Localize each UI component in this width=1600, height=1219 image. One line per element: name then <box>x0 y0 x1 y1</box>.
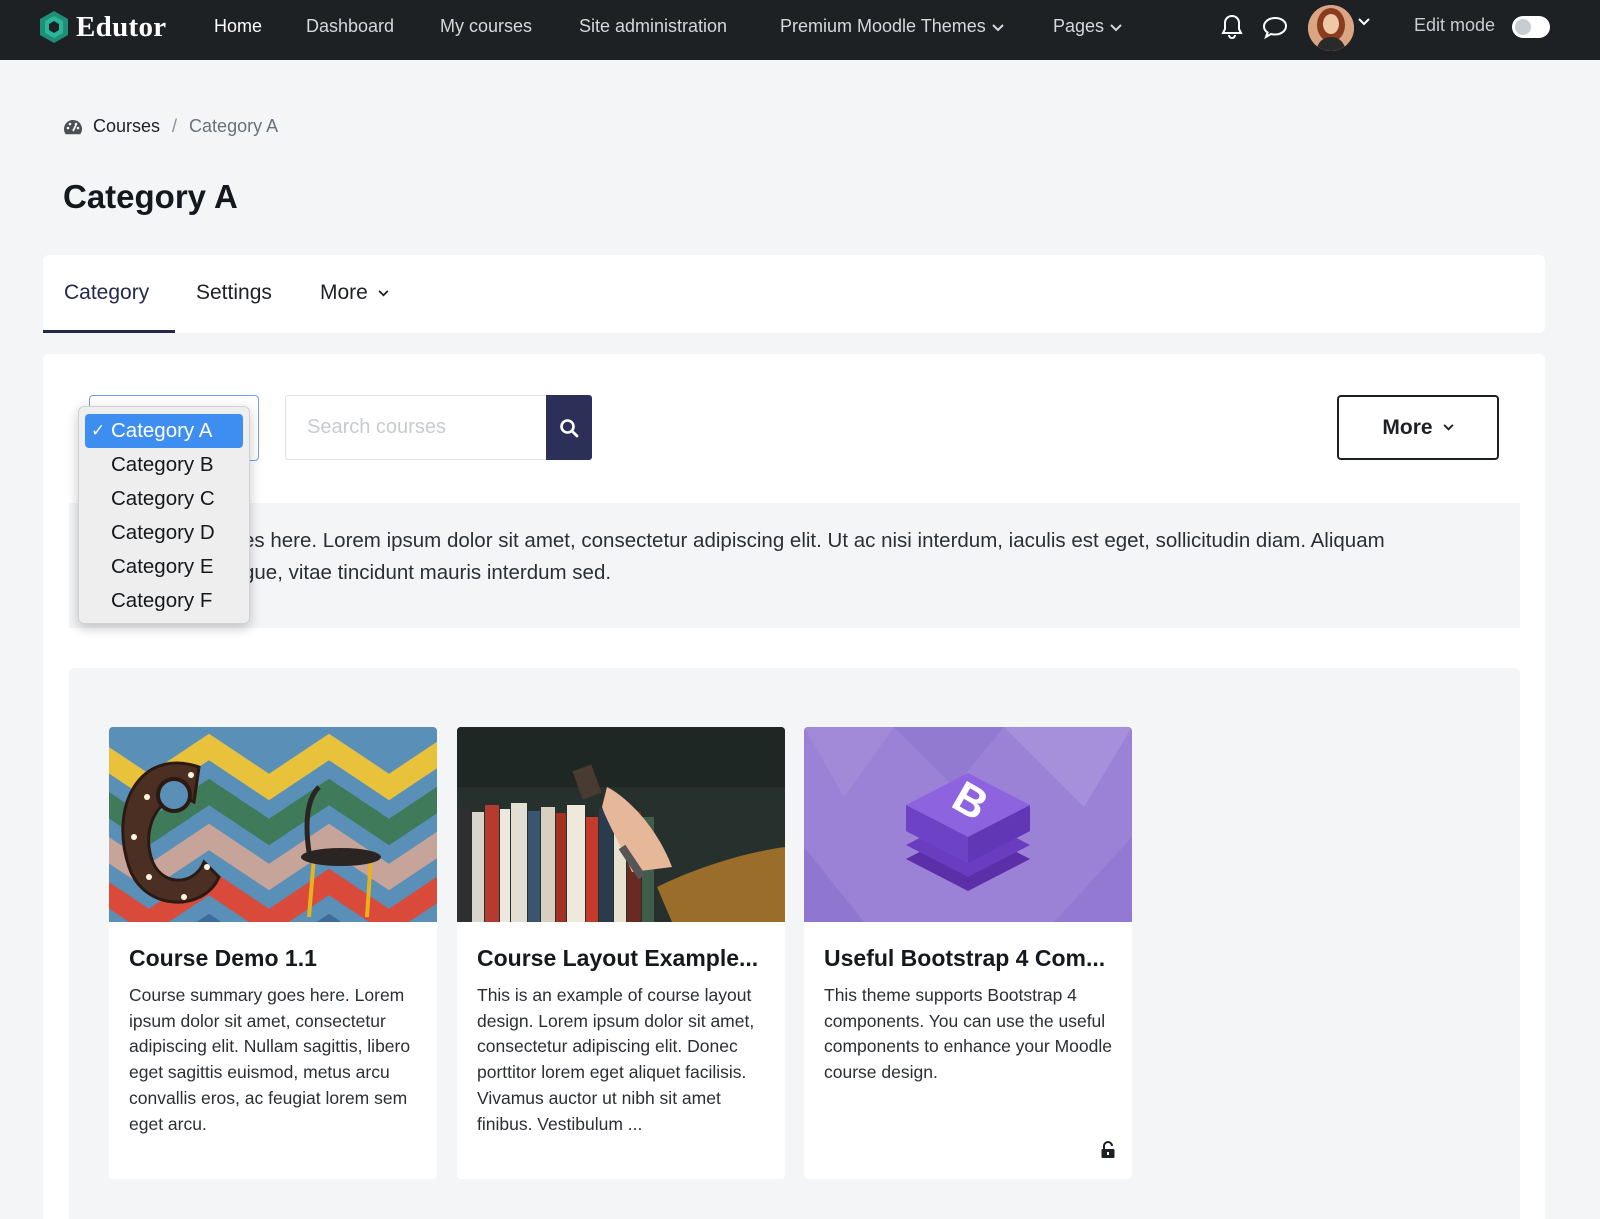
nav-pages-label: Pages <box>1053 16 1105 36</box>
search-courses-input[interactable]: Search courses <box>285 395 546 460</box>
category-option[interactable]: Category F <box>85 584 243 618</box>
nav-premium-label: Premium Moodle Themes <box>780 16 986 36</box>
category-option[interactable]: Category D <box>85 516 243 550</box>
breadcrumb-separator: / <box>172 116 178 136</box>
course-title[interactable]: Useful Bootstrap 4 Com... <box>824 945 1119 972</box>
tab-more[interactable]: More <box>320 281 389 305</box>
nav-dashboard[interactable]: Dashboard <box>306 16 394 37</box>
brand-name: Edutor <box>76 10 167 43</box>
breadcrumb-current: Category A <box>189 116 279 136</box>
category-option[interactable]: ✓ Category A <box>85 414 243 448</box>
unlock-icon <box>1101 1141 1115 1158</box>
category-option-label: Category A <box>111 419 213 442</box>
tab-category[interactable]: Category <box>64 281 149 305</box>
course-summary: This theme supports Bootstrap 4 componen… <box>824 985 1112 1083</box>
course-card[interactable]: B Useful Bootstrap 4 Com... This theme s… <box>804 727 1132 1179</box>
checkmark-icon: ✓ <box>91 421 106 440</box>
course-title[interactable]: Course Demo 1.1 <box>129 945 424 972</box>
nav-home[interactable]: Home <box>214 16 262 37</box>
course-title[interactable]: Course Layout Example... <box>477 945 772 972</box>
nav-premium-moodle-themes[interactable]: Premium Moodle Themes <box>780 16 1004 37</box>
category-select-dropdown: ✓ Category A Category B Category C Categ… <box>78 406 250 624</box>
category-summary: es here. Lorem ipsum dolor sit amet, con… <box>91 525 1491 589</box>
search-button[interactable] <box>546 395 592 460</box>
user-avatar[interactable] <box>1308 5 1354 51</box>
notification-bell-icon[interactable] <box>1221 14 1243 45</box>
course-image[interactable]: B <box>804 727 1132 922</box>
dashboard-gauge-icon <box>64 119 82 134</box>
more-actions-button[interactable]: More <box>1337 395 1499 460</box>
breadcrumb-courses[interactable]: Courses <box>93 116 160 137</box>
chevron-down-icon <box>378 290 389 297</box>
search-icon <box>560 418 579 437</box>
edit-mode-toggle[interactable] <box>1512 16 1550 38</box>
course-image[interactable] <box>457 727 785 922</box>
category-option[interactable]: Category C <box>85 482 243 516</box>
course-summary: Course summary goes here. Lorem ipsum do… <box>129 985 411 1134</box>
breadcrumb: Courses / Category A <box>63 116 278 137</box>
top-navbar: Edutor Home Dashboard My courses Site ad… <box>0 0 1600 60</box>
category-option[interactable]: Category B <box>85 448 243 482</box>
course-card[interactable]: Course Demo 1.1 Course summary goes here… <box>109 727 437 1179</box>
messages-icon[interactable] <box>1262 16 1288 45</box>
tab-settings[interactable]: Settings <box>196 281 272 305</box>
nav-site-administration[interactable]: Site administration <box>579 16 727 37</box>
page-title: Category A <box>63 178 238 215</box>
user-menu-chevron-icon[interactable] <box>1358 18 1370 26</box>
chevron-down-icon <box>992 24 1004 32</box>
brand-logo[interactable]: Edutor <box>38 10 166 44</box>
course-summary: This is an example of course layout desi… <box>477 985 755 1134</box>
course-card[interactable]: Course Layout Example... This is an exam… <box>457 727 785 1179</box>
category-summary-line-2: gue, vitae tincidunt mauris interdum sed… <box>243 561 612 584</box>
edit-mode-label: Edit mode <box>1414 15 1496 35</box>
tab-more-label: More <box>320 281 368 304</box>
more-actions-label: More <box>1382 415 1433 439</box>
nav-pages[interactable]: Pages <box>1053 16 1122 37</box>
secondary-navigation: Category Settings More <box>43 255 1545 333</box>
nav-my-courses[interactable]: My courses <box>440 16 532 37</box>
category-option[interactable]: Category E <box>85 550 243 584</box>
active-tab-indicator <box>43 330 175 333</box>
chevron-down-icon <box>1443 424 1454 431</box>
edutor-logo-icon <box>40 11 68 43</box>
course-image[interactable] <box>109 727 437 922</box>
chevron-down-icon <box>1110 24 1122 32</box>
category-summary-line-1: es here. Lorem ipsum dolor sit amet, con… <box>243 529 1385 552</box>
